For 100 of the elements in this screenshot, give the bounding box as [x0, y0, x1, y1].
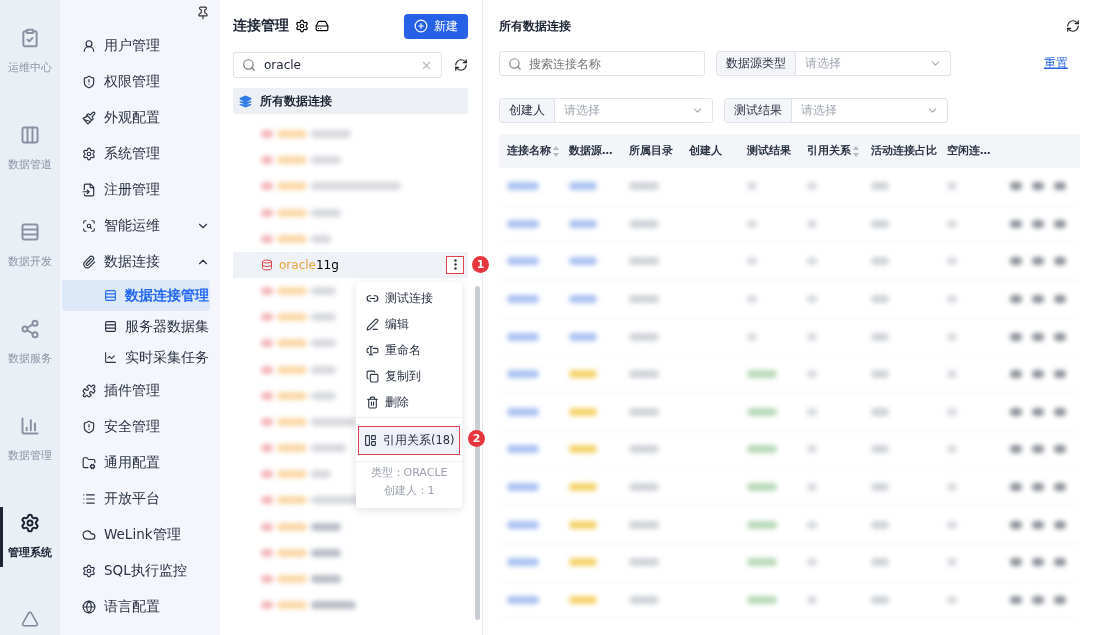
folder-icon — [82, 456, 96, 470]
nav-subitem[interactable]: 实时采集任务 — [62, 342, 210, 373]
search-icon — [242, 58, 256, 72]
nav-item[interactable]: 用户管理 — [62, 28, 210, 64]
reset-link[interactable]: 重置 — [1044, 55, 1068, 72]
nav-label: 服务器数据集 — [125, 317, 209, 336]
tree-root[interactable]: 所有数据连接 — [233, 88, 468, 114]
bars-icon — [20, 416, 40, 436]
menu-label: 删除 — [385, 394, 409, 410]
cloud-icon — [82, 528, 96, 542]
search-icon — [508, 56, 522, 71]
nav-label: 开放平台 — [104, 490, 160, 508]
more-button[interactable] — [446, 255, 464, 274]
nav-item[interactable]: 注册管理 — [62, 172, 210, 208]
nav-item[interactable]: 安全管理 — [62, 409, 210, 445]
nav-item[interactable]: 权限管理 — [62, 64, 210, 100]
nav-item[interactable]: 外观配置 — [62, 100, 210, 136]
nav-item[interactable]: 数据连接 — [62, 244, 210, 280]
copy-icon — [366, 369, 379, 383]
nav-item[interactable]: SQL执行监控 — [62, 553, 210, 589]
stack-icon — [104, 289, 117, 302]
nav-item[interactable]: 通用配置 — [62, 445, 210, 481]
section-title: 所有数据连接 — [499, 17, 571, 35]
menu-item[interactable]: 编辑 — [356, 311, 462, 337]
filter-select[interactable]: 测试结果 请选择 — [724, 98, 948, 123]
paperclip-icon — [82, 255, 96, 269]
nav-label: 权限管理 — [104, 73, 160, 91]
shield-icon — [82, 75, 96, 89]
column-header: 数据源… — [569, 144, 613, 158]
puzzle-icon — [82, 384, 96, 398]
nav-label: 用户管理 — [104, 37, 160, 55]
nav-label: 数据连接 — [104, 253, 160, 271]
column-header: 创建人 — [689, 144, 722, 158]
sort-icon — [853, 145, 859, 157]
refresh-icon[interactable] — [454, 58, 468, 72]
nav-label: SQL执行监控 — [104, 562, 187, 580]
user-icon — [82, 39, 96, 53]
nav-label: 智能运维 — [104, 217, 160, 235]
filter-select[interactable]: 创建人 请选择 — [499, 98, 713, 123]
list-icon — [82, 492, 96, 506]
shield-icon — [82, 420, 96, 434]
rename-icon — [366, 343, 379, 357]
filter-select[interactable]: 数据源类型 请选择 — [716, 51, 951, 76]
nav-subitem[interactable]: 服务器数据集 — [62, 311, 210, 342]
menu-label: 引用关系(18) — [383, 433, 455, 448]
menu-item[interactable]: 删除 — [356, 389, 462, 415]
blurred-tree-item — [261, 469, 331, 480]
column-header: 空闲连… — [947, 144, 991, 158]
nav-label: 外观配置 — [104, 109, 160, 127]
pin-icon[interactable] — [196, 6, 210, 20]
triangle-icon[interactable] — [21, 610, 39, 628]
column-header[interactable]: 连接名称 — [507, 144, 559, 158]
clipboard-icon — [20, 28, 40, 48]
nav-label: 实时采集任务 — [125, 348, 209, 367]
info-text: 类型：ORACLE — [369, 465, 449, 481]
search-icon — [82, 219, 96, 233]
nav-label: 通用配置 — [104, 454, 160, 472]
nav-label: 插件管理 — [104, 382, 160, 400]
sort-icon — [553, 145, 559, 157]
nav-item[interactable]: 开放平台 — [62, 481, 210, 517]
info-text: 创建人：1 — [382, 483, 436, 499]
search-field[interactable]: 搜索连接名称 — [499, 51, 705, 76]
column-header[interactable]: 引用关系 — [807, 144, 859, 158]
stack-icon — [104, 320, 117, 333]
blurred-tree-item — [261, 233, 331, 244]
nav-subitem[interactable]: 数据连接管理 — [62, 280, 210, 311]
form-icon — [82, 183, 96, 197]
brush-icon — [82, 111, 96, 125]
refresh-icon[interactable] — [1066, 19, 1080, 33]
tree-root-label: 所有数据连接 — [260, 92, 332, 110]
chart-icon — [104, 351, 117, 364]
nodes-icon — [20, 319, 40, 339]
settings-icon[interactable] — [295, 19, 309, 33]
nav-label: 语言配置 — [104, 598, 160, 616]
layout-icon — [364, 434, 377, 447]
nav-label: 数据连接管理 — [125, 286, 209, 305]
menu-item[interactable]: 重命名 — [356, 337, 462, 363]
gear-icon — [82, 147, 96, 161]
gear-icon — [82, 564, 96, 578]
pen-icon — [366, 317, 379, 331]
plus-icon — [414, 19, 428, 33]
nav-item[interactable]: 插件管理 — [62, 373, 210, 409]
nav-item[interactable]: 智能运维 — [62, 208, 210, 244]
menu-label: 复制到 — [385, 368, 421, 384]
scrollbar[interactable] — [475, 286, 480, 620]
nav-label: WeLink管理 — [104, 526, 181, 544]
column-header: 活动连接占比 — [871, 144, 937, 158]
nav-item[interactable]: WeLink管理 — [62, 517, 210, 553]
menu-item[interactable]: 复制到 — [356, 363, 462, 389]
column-header: 测试结果 — [747, 144, 791, 158]
menu-label: 编辑 — [385, 316, 409, 332]
menu-item[interactable]: 测试连接 — [356, 285, 462, 311]
step-badge: 2 — [468, 430, 485, 447]
search-field[interactable]: oracle — [233, 52, 442, 78]
nav-item[interactable]: 语言配置 — [62, 589, 210, 625]
drive-icon[interactable] — [315, 19, 329, 33]
gear-icon — [20, 513, 40, 533]
menu-label: 重命名 — [385, 342, 421, 358]
nav-item[interactable]: 系统管理 — [62, 136, 210, 172]
new-button[interactable]: 新建 — [404, 13, 468, 39]
